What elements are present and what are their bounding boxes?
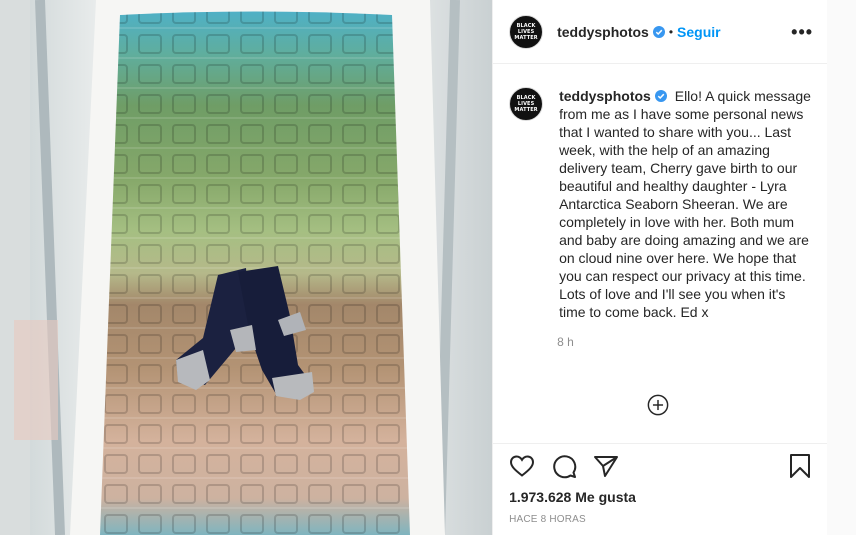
bookmark-icon[interactable]	[789, 453, 811, 479]
post-photo[interactable]	[0, 0, 493, 535]
caption-section: BLACK LIVES MATTER teddysphotos Ello! A …	[493, 64, 827, 321]
avatar-line: MATTER	[514, 34, 538, 41]
follow-button[interactable]: Seguir	[677, 24, 721, 40]
avatar[interactable]: BLACK LIVES MATTER	[509, 87, 544, 121]
post-actions: 1.973.628 Me gusta HACE 8 HORAS	[493, 443, 828, 525]
blanket-photo-illustration	[0, 0, 493, 535]
plus-circle-icon[interactable]	[647, 394, 669, 416]
verified-badge-icon	[654, 90, 667, 102]
comment-icon[interactable]	[551, 453, 577, 479]
post-side-panel: BLACK LIVES MATTER teddysphotos • Seguir…	[492, 0, 828, 535]
caption-timestamp[interactable]: 8 h	[557, 335, 827, 349]
likes-count[interactable]: 1.973.628 Me gusta	[509, 489, 811, 505]
heart-icon[interactable]	[509, 454, 535, 478]
verified-badge-icon	[652, 25, 665, 38]
action-icon-row	[509, 444, 811, 488]
more-options-icon[interactable]: •••	[791, 23, 813, 41]
post-header: BLACK LIVES MATTER teddysphotos • Seguir…	[493, 0, 828, 64]
likes-label: Me gusta	[575, 489, 636, 505]
likes-number: 1.973.628	[509, 489, 572, 505]
post-timestamp[interactable]: HACE 8 HORAS	[509, 514, 811, 525]
page-gutter	[827, 0, 856, 535]
instagram-post: BLACK LIVES MATTER teddysphotos • Seguir…	[0, 0, 856, 535]
caption-username-link[interactable]: teddysphotos	[559, 88, 651, 104]
avatar[interactable]: BLACK LIVES MATTER	[509, 14, 544, 49]
share-icon[interactable]	[593, 454, 619, 478]
caption-body: Ello! A quick message from me as I have …	[559, 88, 811, 320]
separator-dot: •	[668, 24, 674, 39]
avatar-line: MATTER	[514, 107, 538, 113]
username-link[interactable]: teddysphotos	[557, 24, 649, 40]
caption: teddysphotos Ello! A quick message from …	[559, 87, 811, 321]
